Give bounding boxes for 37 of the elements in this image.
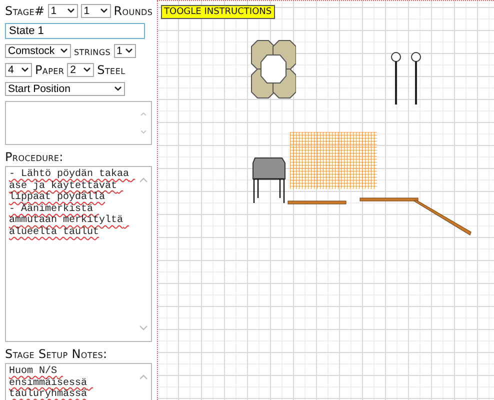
stage-select[interactable]: 1 [48, 4, 78, 18]
procedure-field[interactable]: - Lähtö pöydän takaa ase ja käytettävät lippaat pöydällä - Äänimerkistä ammutaan merkityltä alueelta taulut [5, 166, 152, 342]
strings-label: strings [74, 44, 111, 58]
caret-icon [66, 8, 75, 14]
position-select[interactable]: Start Position [5, 82, 125, 96]
caret-icon [21, 67, 29, 73]
stage-canvas[interactable]: TOOGLE INSTRUCTIONS [157, 0, 494, 400]
steel-label: Steel [97, 63, 126, 77]
stage-label: Stage# [5, 4, 45, 18]
paper-select[interactable]: 4 [5, 63, 32, 77]
caret-icon [114, 86, 122, 92]
toggle-instructions-button[interactable]: TOOGLE INSTRUCTIONS [161, 5, 275, 19]
stage-name-field[interactable]: State 1 [5, 23, 145, 39]
strings-select[interactable]: 1 [114, 44, 136, 58]
target-select[interactable]: Comstock [5, 44, 71, 58]
scroll-up-icon[interactable] [138, 374, 148, 380]
steel-pole-drawing[interactable] [391, 52, 421, 104]
table-drawing[interactable] [252, 158, 286, 204]
round-select[interactable]: 1 [80, 4, 111, 18]
scroll-up-icon[interactable] [138, 177, 148, 183]
caret-icon [100, 8, 108, 14]
rounds-label: Rounds [114, 4, 153, 18]
ramp-plank-drawing[interactable] [413, 200, 472, 236]
procedure-label: Procedure: [5, 150, 64, 164]
position-notes-field[interactable] [5, 101, 152, 145]
scroll-down-icon[interactable] [138, 130, 148, 134]
steel-select[interactable]: 2 [67, 63, 94, 77]
setup-notes-field[interactable]: Huom N/S ensimmäisessä tauluryhmässä [5, 363, 152, 400]
caret-icon [60, 48, 68, 54]
scroll-up-icon[interactable] [138, 112, 148, 116]
caret-icon [124, 48, 133, 54]
paper-label: Paper [35, 63, 64, 77]
mesh-barrier-drawing[interactable] [290, 132, 377, 189]
target-cluster-drawing[interactable] [251, 40, 296, 98]
scroll-down-icon[interactable] [138, 325, 148, 331]
setup-notes-label: Stage Setup Notes: [5, 347, 108, 361]
caret-icon [83, 67, 92, 73]
